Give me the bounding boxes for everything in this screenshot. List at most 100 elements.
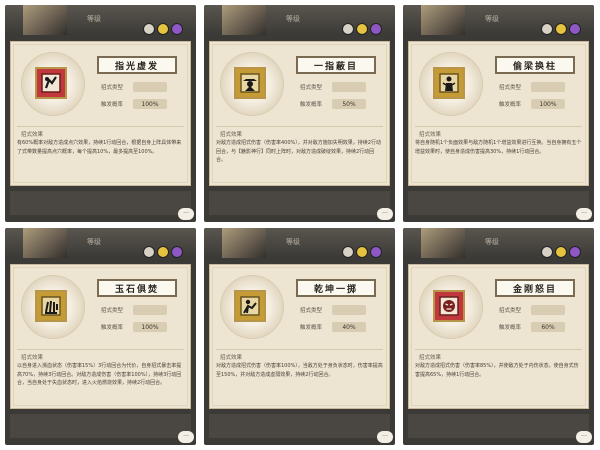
claw-icon [41,296,61,316]
divider [415,126,582,127]
skill-type-value [531,82,565,92]
purple-orb-icon [370,246,382,258]
divider [216,349,383,350]
purple-orb-icon [171,246,183,258]
trigger-rate-value: 40% [332,322,366,332]
trigger-rate-row: 触发概率 60% [495,321,581,333]
chat-bubble-icon[interactable]: ··· [377,431,393,443]
trigger-rate-value: 50% [332,99,366,109]
bottom-bar [209,414,390,438]
bottom-bar [408,191,589,215]
trigger-rate-value: 100% [133,322,167,332]
skill-name: 指光虚发 [97,56,177,74]
gold-orb-icon [157,23,169,35]
character-thumbnail [23,228,67,258]
effect-heading: 招式效果 [21,132,44,138]
skill-description: 将自身随机1个负面效果与敌方随机1个增益效果进行互换。当自身拥有五个增益效果时，… [415,140,582,155]
skill-card: 一指蔽目 招式类型 触发概率 50% 招式效果 对敌方造成招式伤害（伤害率400… [209,41,390,186]
level-label: 等级 [286,15,300,23]
skill-name: 一指蔽目 [296,56,376,74]
bottom-bar [408,414,589,438]
skill-icon-frame [234,290,266,322]
skill-icon-frame [433,67,465,99]
skill-type-row: 招式类型 [97,304,183,316]
purple-orb-icon [569,246,581,258]
skill-name: 乾坤一掷 [296,279,376,297]
skill-description: 对敌方造成招式伤害（伤害率85%），并使敌方处于内伤状态，使自身式伤害提高65%… [415,363,579,378]
skill-type-row: 招式类型 [296,304,382,316]
gold-orb-icon [356,23,368,35]
skill-description: 对敌方造成招式伤害（伤害率400%），并对敌方施加失明效果，持续2行动回合，与【… [216,140,381,164]
chat-bubble-icon[interactable]: ··· [576,208,592,220]
white-orb-icon [143,23,155,35]
trigger-rate-label: 触发概率 [101,325,124,331]
white-orb-icon [342,23,354,35]
skill-type-value [531,305,565,315]
skill-card: 玉石俱焚 招式类型 触发概率 100% 招式效果 以自身进入濒血状态（伤害率15… [10,264,191,409]
trigger-rate-label: 触发概率 [101,102,124,108]
purple-orb-icon [171,23,183,35]
character-thumbnail [222,228,266,258]
character-thumbnail [23,5,67,35]
skill-description: 以自身进入濒血状态（伤害率15%）3行动回合为代价，自身招式暴击率提高70%，持… [17,363,182,387]
chat-bubble-icon[interactable]: ··· [178,208,194,220]
throw-figure-icon [240,296,260,316]
trigger-rate-value: 100% [531,99,565,109]
skill-panel: 等级 一指蔽目 招式类型 触发概率 50% 招式效果 对敌方造成招式伤害（伤害率… [204,5,395,222]
skill-type-value [332,305,366,315]
skill-type-row: 招式类型 [296,81,382,93]
chat-bubble-icon[interactable]: ··· [178,431,194,443]
level-label: 等级 [485,15,499,23]
chat-bubble-icon[interactable]: ··· [576,431,592,443]
skill-type-value [332,82,366,92]
skill-type-value [133,82,167,92]
divider [17,349,184,350]
trigger-rate-label: 触发概率 [300,325,323,331]
top-strip: 等级 [403,228,594,258]
trigger-rate-row: 触发概率 100% [97,321,183,333]
top-strip: 等级 [403,5,594,35]
skill-icon-frame [35,67,67,99]
level-label: 等级 [87,238,101,246]
white-orb-icon [342,246,354,258]
effect-heading: 招式效果 [419,132,442,138]
white-orb-icon [541,246,553,258]
skill-name: 偷梁换柱 [495,56,575,74]
skill-type-label: 招式类型 [101,85,124,91]
skill-type-label: 招式类型 [101,308,124,314]
skill-type-row: 招式类型 [97,81,183,93]
trigger-rate-row: 触发概率 50% [296,98,382,110]
character-thumbnail [421,228,465,258]
skill-icon-frame [35,290,67,322]
chat-bubble-icon[interactable]: ··· [377,208,393,220]
bottom-bar [10,191,191,215]
angry-face-icon [439,296,459,316]
skill-panel: 等级 指光虚发 招式类型 触发概率 100% 招式效果 有60%概率对敌方造成点… [5,5,196,222]
skill-panel: 等级 偷梁换柱 招式类型 触发概率 100% 招式效果 将自身随机1个负面效果与… [403,5,594,222]
skill-card: 偷梁换柱 招式类型 触发概率 100% 招式效果 将自身随机1个负面效果与敌方随… [408,41,589,186]
character-thumbnail [222,5,266,35]
trigger-rate-label: 触发概率 [499,102,522,108]
trigger-rate-label: 触发概率 [499,325,522,331]
skill-panel: 等级 乾坤一掷 招式类型 触发概率 40% 招式效果 对敌方造成招式伤害（伤害率… [204,228,395,445]
skill-card: 指光虚发 招式类型 触发概率 100% 招式效果 有60%概率对敌方造成点穴效果… [10,41,191,186]
divider [17,126,184,127]
white-orb-icon [143,246,155,258]
top-strip: 等级 [5,228,196,258]
skill-type-label: 招式类型 [300,308,323,314]
skill-card: 乾坤一掷 招式类型 触发概率 40% 招式效果 对敌方造成招式伤害（伤害率100… [209,264,390,409]
trigger-rate-value: 60% [531,322,565,332]
skill-type-value [133,305,167,315]
skill-description: 有60%概率对敌方造成点穴效果，持续1行动回合，根据自身上阵具体带来了式带数量提… [17,140,182,155]
bottom-bar [209,191,390,215]
skill-description: 对敌方造成招式伤害（伤害率100%），当敌方处于身负状态时，伤害率提高至150%… [216,363,383,378]
swap-figure-icon [439,73,459,93]
gold-orb-icon [555,246,567,258]
skill-panel: 等级 玉石俱焚 招式类型 触发概率 100% 招式效果 以自身进入濒血状态（伤害… [5,228,196,445]
hand-strike-icon [41,73,61,93]
bottom-bar [10,414,191,438]
skill-icon-frame [234,67,266,99]
top-strip: 等级 [204,5,395,35]
skill-type-label: 招式类型 [499,85,522,91]
skill-name: 金刚怒目 [495,279,575,297]
